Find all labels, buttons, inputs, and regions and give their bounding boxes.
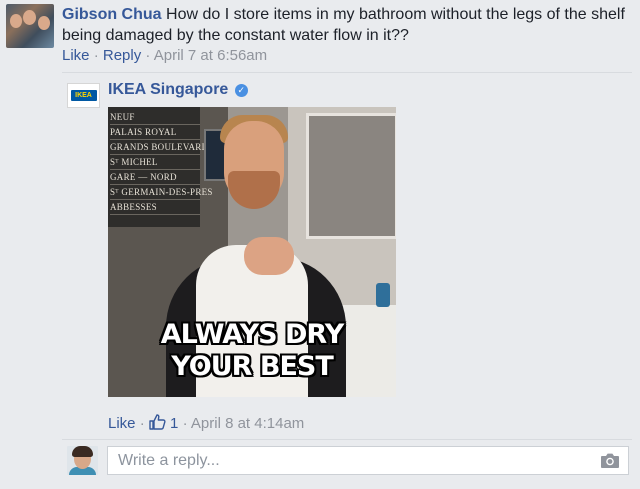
- verified-badge-icon: ✓: [234, 84, 248, 97]
- separator-dot: ·: [182, 415, 191, 432]
- comment-actions: Like · Reply · April 7 at 6:56am: [62, 47, 267, 64]
- ikea-logo-text: IKEA: [70, 90, 97, 101]
- comment-like-link[interactable]: Like: [62, 47, 90, 64]
- reply-timestamp[interactable]: April 8 at 4:14am: [191, 415, 304, 432]
- sign-line: Sᵀ MICHEL: [110, 155, 200, 170]
- commenter-avatar[interactable]: [6, 4, 54, 48]
- sign-line: Sᵀ GERMAIN-DES-PRES: [110, 185, 212, 200]
- divider: [62, 439, 632, 440]
- person-hand: [244, 237, 294, 275]
- reply-composer[interactable]: [107, 446, 629, 475]
- sign-line: GARE — NORD: [110, 170, 200, 185]
- sign-line: NEUF: [110, 110, 200, 125]
- mirror: [306, 113, 396, 239]
- reply-author: IKEA Singapore ✓: [108, 80, 248, 100]
- reply-image-meme[interactable]: NEUF PALAIS ROYAL GRANDS BOULEVARDS Sᵀ M…: [108, 107, 396, 397]
- reply-author-link[interactable]: IKEA Singapore: [108, 81, 228, 98]
- camera-icon[interactable]: [600, 452, 620, 474]
- soap-bottle: [376, 283, 390, 307]
- comment-reply-link[interactable]: Reply: [103, 47, 141, 64]
- comment-body: Gibson Chua How do I store items in my b…: [62, 4, 632, 46]
- sign-line: ABBESSES: [110, 200, 200, 215]
- thumbs-up-icon[interactable]: [149, 414, 166, 434]
- current-user-avatar[interactable]: [67, 446, 98, 475]
- ikea-avatar[interactable]: IKEA: [67, 83, 100, 108]
- person-beard: [228, 171, 280, 209]
- street-sign: NEUF PALAIS ROYAL GRANDS BOULEVARDS Sᵀ M…: [108, 107, 213, 227]
- comment-author-link[interactable]: Gibson Chua: [62, 6, 162, 23]
- reply-actions: Like · 1 · April 8 at 4:14am: [108, 414, 304, 434]
- like-count[interactable]: 1: [170, 415, 178, 432]
- avatar-hair: [72, 446, 93, 457]
- reply-like-link[interactable]: Like: [108, 415, 136, 432]
- sign-line: PALAIS ROYAL: [110, 125, 200, 140]
- comment-timestamp[interactable]: April 7 at 6:56am: [154, 47, 267, 64]
- separator-dot: ·: [139, 415, 149, 432]
- reply-input[interactable]: [108, 447, 598, 474]
- meme-caption-line2: YOUR BEST: [171, 351, 334, 382]
- divider: [62, 72, 632, 73]
- separator-dot: ·: [93, 47, 103, 64]
- separator-dot: ·: [145, 47, 154, 64]
- meme-caption-line1: ALWAYS DRY: [160, 319, 345, 350]
- sign-line: GRANDS BOULEVARDS: [110, 140, 213, 155]
